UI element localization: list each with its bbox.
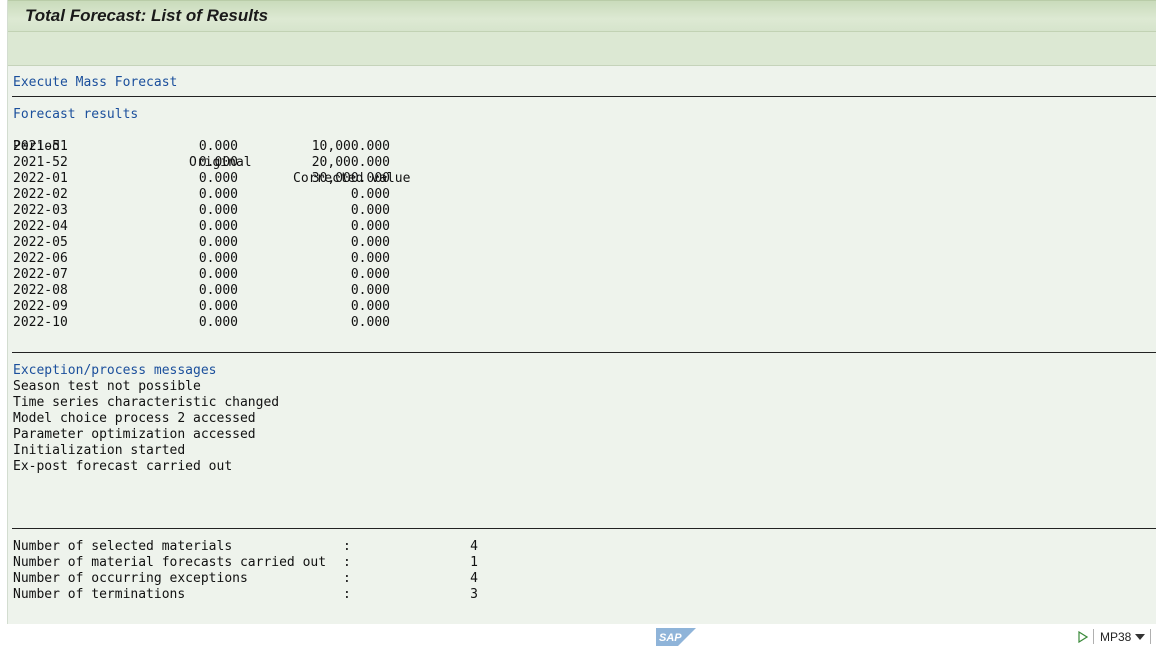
period-cell: 2022-08 [13, 283, 68, 298]
report-window: Total Forecast: List of Results Execute … [7, 0, 1156, 624]
page-title: Total Forecast: List of Results [25, 6, 269, 25]
status-separator [1150, 629, 1151, 644]
corrected-cell: 0.000 [350, 251, 390, 266]
table-row: 2022-08 0.000 0.000 [13, 283, 433, 299]
corrected-cell: 0.000 [350, 187, 390, 202]
period-cell: 2022-01 [13, 171, 68, 186]
forecast-table-header: Period Original Corrected value [13, 123, 433, 186]
sap-logo: SAP [656, 628, 696, 646]
table-row: 2022-05 0.000 0.000 [13, 235, 433, 251]
statistic-label: Number of terminations [13, 587, 186, 602]
report-list: Execute Mass Forecast Forecast results P… [8, 66, 1156, 624]
message-item: Time series characteristic changed [13, 395, 280, 410]
corrected-cell: 0.000 [350, 219, 390, 234]
original-cell: 0.000 [198, 315, 238, 330]
original-cell: 0.000 [198, 283, 238, 298]
corrected-cell: 0.000 [350, 299, 390, 314]
statistic-row: Number of material forecasts carried out… [13, 555, 493, 571]
table-row: 2022-10 0.000 0.000 [13, 315, 433, 331]
sap-logo-text: SAP [659, 632, 682, 644]
play-triangle-icon[interactable] [1078, 631, 1088, 643]
status-bar: SAP MP38 [0, 624, 1156, 649]
divider [12, 96, 1156, 97]
corrected-cell: 10,000.000 [311, 139, 390, 154]
period-cell: 2022-09 [13, 299, 68, 314]
statistic-row: Number of selected materials: 4 [13, 539, 493, 555]
original-cell: 0.000 [198, 203, 238, 218]
original-cell: 0.000 [198, 235, 238, 250]
period-cell: 2021-52 [13, 155, 68, 170]
table-row: 2021-51 0.000 10,000.000 [13, 139, 433, 155]
status-separator [1093, 629, 1094, 644]
statistic-row: Number of occurring exceptions: 4 [13, 571, 493, 587]
corrected-cell: 0.000 [350, 203, 390, 218]
table-row: 2021-52 0.000 20,000.000 [13, 155, 433, 171]
period-cell: 2022-07 [13, 267, 68, 282]
table-row: 2022-03 0.000 0.000 [13, 203, 433, 219]
section-execute-heading: Execute Mass Forecast [13, 75, 178, 90]
table-row: 2022-01 0.000 30,000.000 [13, 171, 433, 187]
title-bar: Total Forecast: List of Results [8, 0, 1156, 32]
original-cell: 0.000 [198, 219, 238, 234]
corrected-cell: 0.000 [350, 235, 390, 250]
original-cell: 0.000 [198, 139, 238, 154]
divider [12, 352, 1156, 353]
period-cell: 2022-03 [13, 203, 68, 218]
message-item: Season test not possible [13, 379, 201, 394]
period-cell: 2022-04 [13, 219, 68, 234]
message-item: Parameter optimization accessed [13, 427, 256, 442]
table-row: 2022-02 0.000 0.000 [13, 187, 433, 203]
corrected-cell: 30,000.000 [311, 171, 390, 186]
table-row: 2022-09 0.000 0.000 [13, 299, 433, 315]
statistic-colon: : [343, 571, 351, 586]
application-toolbar [8, 32, 1156, 66]
statistic-label: Number of material forecasts carried out [13, 555, 327, 570]
statistic-value: 4 [470, 571, 478, 586]
transaction-code[interactable]: MP38 [1100, 630, 1131, 644]
caret-down-icon[interactable] [1135, 633, 1145, 641]
message-item: Ex-post forecast carried out [13, 459, 233, 474]
period-cell: 2022-10 [13, 315, 68, 330]
original-cell: 0.000 [198, 171, 238, 186]
corrected-cell: 0.000 [350, 267, 390, 282]
statistic-label: Number of occurring exceptions [13, 571, 248, 586]
statistic-row: Number of terminations: 3 [13, 587, 493, 603]
statistic-colon: : [343, 555, 351, 570]
statistic-colon: : [343, 587, 351, 602]
table-row: 2022-04 0.000 0.000 [13, 219, 433, 235]
divider [12, 528, 1156, 529]
table-row: 2022-06 0.000 0.000 [13, 251, 433, 267]
original-cell: 0.000 [198, 251, 238, 266]
statistic-label: Number of selected materials [13, 539, 233, 554]
original-cell: 0.000 [198, 267, 238, 282]
forecast-results-heading: Forecast results [13, 107, 139, 122]
period-cell: 2022-06 [13, 251, 68, 266]
period-cell: 2022-05 [13, 235, 68, 250]
statistic-colon: : [343, 539, 351, 554]
statistic-value: 4 [470, 539, 478, 554]
statistic-value: 3 [470, 587, 478, 602]
message-item: Model choice process 2 accessed [13, 411, 256, 426]
corrected-cell: 0.000 [350, 315, 390, 330]
corrected-cell: 0.000 [350, 283, 390, 298]
period-cell: 2021-51 [13, 139, 68, 154]
corrected-cell: 20,000.000 [311, 155, 390, 170]
period-cell: 2022-02 [13, 187, 68, 202]
original-cell: 0.000 [198, 155, 238, 170]
original-cell: 0.000 [198, 299, 238, 314]
statistic-value: 1 [470, 555, 478, 570]
message-item: Initialization started [13, 443, 186, 458]
original-cell: 0.000 [198, 187, 238, 202]
messages-heading: Exception/process messages [13, 363, 217, 378]
table-row: 2022-07 0.000 0.000 [13, 267, 433, 283]
